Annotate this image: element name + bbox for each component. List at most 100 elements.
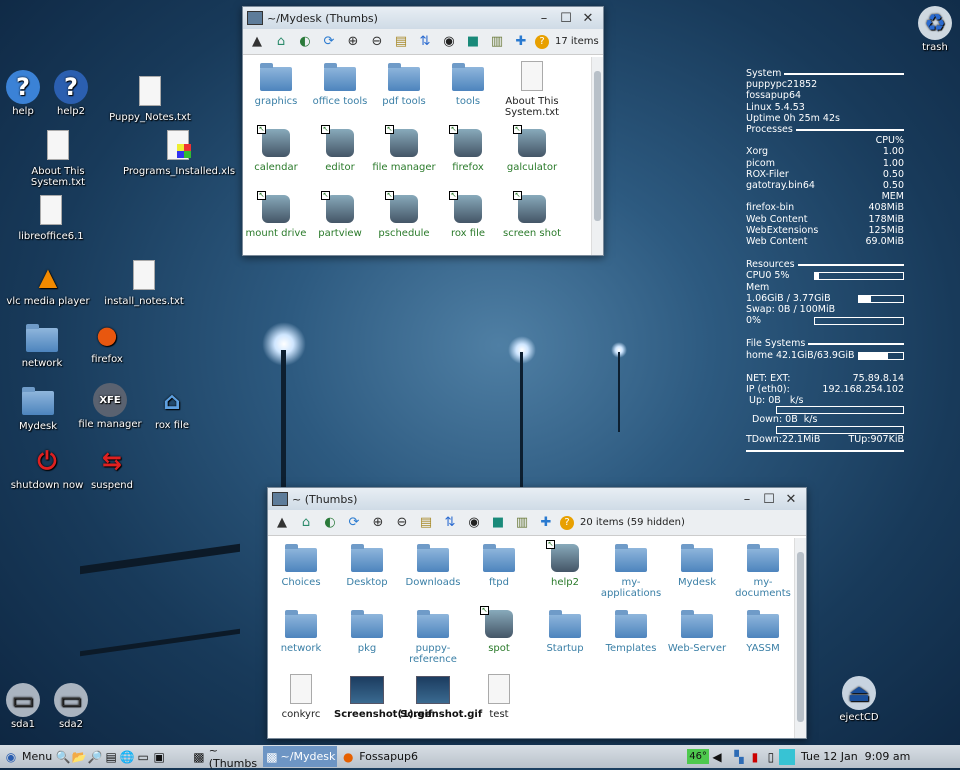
file-item[interactable]: YASSM [730, 604, 796, 670]
terminal-folder-icon[interactable]: ■ [488, 513, 508, 533]
sort-icon[interactable]: ⇅ [415, 32, 435, 52]
file-item[interactable]: ↖ screen shot [500, 189, 564, 255]
file-item[interactable]: ↖ firefox [436, 123, 500, 189]
desktop-icon-sda2[interactable]: ▭ sda2 [16, 683, 126, 730]
file-item[interactable]: ↖ rox file [436, 189, 500, 255]
desktop-icon-ejectcd[interactable]: ⏏ ejectCD [804, 676, 914, 723]
notes-icon[interactable]: ▤ [103, 749, 119, 765]
task-firefox[interactable]: ● Fossapup6 [337, 746, 687, 767]
maximize-button[interactable]: ☐ [758, 492, 780, 507]
desktop-icon-vlc-media-player[interactable]: ▲ vlc media player [0, 260, 103, 307]
file-item[interactable]: tools [436, 57, 500, 123]
file-item[interactable]: ↖ partview [308, 189, 372, 255]
file-item[interactable]: Desktop [334, 538, 400, 604]
volume-icon[interactable]: ◀ [709, 749, 725, 765]
thumbs-icon[interactable]: ▤ [416, 513, 436, 533]
maximize-button[interactable]: ☐ [555, 11, 577, 26]
desktop-icon-suspend[interactable]: ⇆ suspend [57, 444, 167, 491]
help-icon[interactable]: ? [560, 515, 574, 530]
title-bar[interactable]: ~/Mydesk (Thumbs) – ☐ ✕ [243, 7, 603, 29]
refresh-icon[interactable]: ⟳ [319, 32, 339, 52]
new-icon[interactable]: ✚ [536, 513, 556, 533]
file-item[interactable]: Web-Server [664, 604, 730, 670]
file-item[interactable]: my-applications [598, 538, 664, 604]
sort-icon[interactable]: ⇅ [440, 513, 460, 533]
show-desktop-icon[interactable]: ▣ [151, 749, 167, 765]
thumbs-icon[interactable]: ▤ [391, 32, 411, 52]
file-item[interactable]: ↖ mount drive [244, 189, 308, 255]
file-item[interactable]: ↖ calendar [244, 123, 308, 189]
cpu-monitor-icon[interactable] [778, 748, 795, 765]
desktop-icon-puppy-notes-txt[interactable]: Puppy_Notes.txt [95, 76, 205, 123]
find-icon[interactable]: 🔎 [87, 749, 103, 765]
file-item[interactable]: pdf tools [372, 57, 436, 123]
zoom-in-icon[interactable]: ⊕ [368, 513, 388, 533]
desktop-icon-about-this-system-txt[interactable]: About This System.txt [3, 130, 113, 188]
help-icon[interactable]: ? [535, 34, 549, 49]
file-item[interactable]: conkyrc [268, 670, 334, 736]
file-item[interactable]: ↖ help2 [532, 538, 598, 604]
terminal-icon[interactable]: ▭ [135, 749, 151, 765]
file-item[interactable]: network [268, 604, 334, 670]
file-item[interactable]: pkg [334, 604, 400, 670]
file-item[interactable]: ↖ spot [466, 604, 532, 670]
desktop-icon-install-notes-txt[interactable]: install_notes.txt [89, 260, 199, 307]
file-item[interactable]: Choices [268, 538, 334, 604]
file-item[interactable]: office tools [308, 57, 372, 123]
up-icon[interactable]: ▲ [247, 32, 267, 52]
file-item[interactable]: ↖ file manager [372, 123, 436, 189]
desktop-icon-rox-file[interactable]: ⌂ rox file [117, 384, 227, 431]
file-item[interactable]: Downloads [400, 538, 466, 604]
task-home-window[interactable]: ▩ ~ (Thumbs [189, 744, 263, 770]
file-item[interactable]: Startup [532, 604, 598, 670]
zoom-out-icon[interactable]: ⊖ [367, 32, 387, 52]
browser-icon[interactable]: 🌐 [119, 749, 135, 765]
save-session-icon[interactable]: ▮ [747, 749, 763, 765]
refresh-icon[interactable]: ⟳ [344, 513, 364, 533]
desktop-icon-libreoffice6-1[interactable]: libreoffice6.1 [0, 195, 106, 242]
clock[interactable]: Tue 12 Jan 9:09 am [801, 750, 910, 763]
file-item[interactable]: Mydesk [664, 538, 730, 604]
menu-button[interactable]: ◉ Menu [0, 746, 55, 767]
home-icon[interactable]: ⌂ [296, 513, 316, 533]
up-icon[interactable]: ▲ [272, 513, 292, 533]
file-item[interactable]: graphics [244, 57, 308, 123]
minimize-button[interactable]: – [533, 11, 555, 26]
file-item[interactable]: test [466, 670, 532, 736]
zoom-in-icon[interactable]: ⊕ [343, 32, 363, 52]
search-icon[interactable]: 🔍 [55, 749, 71, 765]
file-item[interactable]: Screenshot.gif [400, 670, 482, 736]
task-mydesk-window[interactable]: ▩ ~/Mydesk [263, 746, 338, 767]
file-item[interactable]: ftpd [466, 538, 532, 604]
scrollbar[interactable] [591, 57, 603, 255]
file-item[interactable]: ↖ editor [308, 123, 372, 189]
show-hidden-icon[interactable]: ◉ [439, 32, 459, 52]
title-bar[interactable]: ~ (Thumbs) – ☐ ✕ [268, 488, 806, 510]
new-icon[interactable]: ✚ [511, 32, 531, 52]
minimize-button[interactable]: – [736, 492, 758, 507]
show-hidden-icon[interactable]: ◉ [464, 513, 484, 533]
file-item[interactable]: my-documents [730, 538, 796, 604]
terminal-folder-icon[interactable]: ■ [463, 32, 483, 52]
desktop-icon-firefox[interactable]: ● firefox [52, 318, 162, 365]
cpu-temp[interactable]: 46° [687, 749, 709, 764]
scrollbar[interactable] [794, 538, 806, 738]
file-item[interactable]: ↖ galculator [500, 123, 564, 189]
network-icon[interactable]: ▚ [731, 749, 747, 765]
details-icon[interactable]: ▥ [487, 32, 507, 52]
back-icon[interactable]: ◐ [320, 513, 340, 533]
file-item[interactable]: About This System.txt [500, 57, 564, 123]
file-item[interactable]: Screenshot(1).gif [334, 670, 432, 736]
desktop-icon-programs-installed-xls[interactable]: Programs_Installed.xls [123, 130, 235, 177]
close-button[interactable]: ✕ [780, 492, 802, 507]
battery-icon[interactable]: ▯ [763, 749, 779, 765]
folder-icon[interactable]: 📂 [71, 749, 87, 765]
zoom-out-icon[interactable]: ⊖ [392, 513, 412, 533]
file-item[interactable]: ↖ pschedule [372, 189, 436, 255]
home-icon[interactable]: ⌂ [271, 32, 291, 52]
back-icon[interactable]: ◐ [295, 32, 315, 52]
desktop-icon-trash[interactable]: ♻ trash [880, 6, 960, 53]
file-item[interactable]: Templates [598, 604, 664, 670]
file-item[interactable]: puppy-reference [400, 604, 466, 670]
details-icon[interactable]: ▥ [512, 513, 532, 533]
